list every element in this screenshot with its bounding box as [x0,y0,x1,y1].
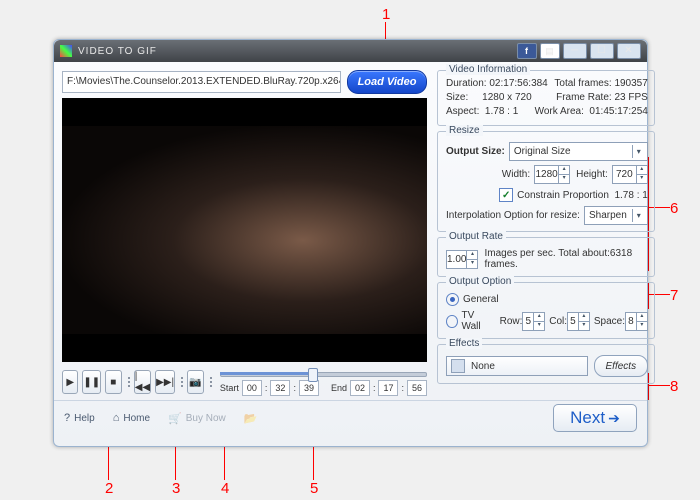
right-panel: Video Information Duration: 02:17:56:384… [437,70,655,396]
left-panel: F:\Movies\The.Counselor.2013.EXTENDED.Bl… [62,70,427,396]
callout-3: 3 [172,480,180,497]
chevron-down-icon: ▾ [632,145,645,158]
effects-display: None [446,356,588,376]
output-option-title: Output Option [446,276,514,287]
home-icon: ⌂ [113,412,120,424]
width-stepper[interactable]: 1280▴▾ [534,165,570,184]
next-frame-button[interactable]: ▶▶| [155,370,175,394]
row-stepper[interactable]: 5▴▾ [522,312,545,331]
callout-2: 2 [105,480,113,497]
bottom-bar: ?Help ⌂Home 🛒Buy Now 📂 Next➔ [54,400,647,435]
pause-button[interactable]: ❚❚ [82,370,101,394]
end-label: End [331,383,347,393]
minimize-button[interactable]: ─ [563,43,587,59]
general-radio[interactable] [446,293,459,306]
help-icon: ? [64,412,70,424]
load-video-button[interactable]: Load Video [347,70,427,94]
next-button[interactable]: Next➔ [553,404,637,432]
resize-title: Resize [446,125,483,136]
output-option-group: Output Option General TV Wall Row: 5▴▾ C… [437,282,655,339]
close-button[interactable]: ✕ [617,43,641,59]
space-label: Space: [594,316,625,327]
video-info-title: Video Information [446,64,530,75]
rate-stepper[interactable]: 1.00▴▾ [446,250,478,269]
maximize-button[interactable]: ☐ [590,43,614,59]
constrain-label: Constrain Proportion [517,190,609,201]
resize-group: Resize Output Size: Original Size▾ Width… [437,131,655,232]
arrow-right-icon: ➔ [608,410,620,427]
callout-5: 5 [310,480,318,497]
interp-label: Interpolation Option for resize: [446,210,580,221]
app-logo-icon [60,45,72,57]
output-rate-title: Output Rate [446,231,506,242]
titlebar: VIDEO TO GIF f ▤ ─ ☐ ✕ [54,40,647,62]
snapshot-button[interactable]: 📷 [187,370,203,394]
end-mm[interactable]: 17 [378,380,398,396]
output-rate-group: Output Rate 1.00▴▾ Images per sec. Total… [437,237,655,277]
effects-button[interactable]: Effects [594,355,648,377]
play-button[interactable]: ▶ [62,370,78,394]
callout-1: 1 [382,6,390,23]
prev-frame-button[interactable]: |◀◀ [134,370,151,394]
home-link[interactable]: ⌂Home [113,412,150,424]
open-link[interactable]: 📂 [244,412,262,425]
video-frame [62,126,427,334]
general-label: General [463,294,499,305]
col-label: Col: [549,316,567,327]
constrain-checkbox[interactable]: ✓ [499,188,513,202]
rate-text: Images per sec. Total about:6318 frames. [484,248,647,270]
folder-icon: 📂 [244,412,258,425]
video-info-group: Video Information Duration: 02:17:56:384… [437,70,655,126]
timeline-slider-row: Start 00: 32: 39 End 02: 17: 56 [220,368,427,396]
end-hh[interactable]: 02 [350,380,370,396]
help-link[interactable]: ?Help [64,412,95,424]
callout-6: 6 [670,200,678,217]
tvwall-radio[interactable] [446,315,458,328]
video-preview [62,98,427,362]
effects-group: Effects None Effects [437,344,655,384]
callout-7: 7 [670,287,678,304]
transport-bar: ▶ ❚❚ ■ |◀◀ ▶▶| 📷 Start 00: 32: 39 End 02… [62,368,427,396]
callout-4: 4 [221,480,229,497]
timeline-slider[interactable] [220,368,427,378]
interp-select[interactable]: Sharpen▾ [584,206,648,225]
chevron-down-icon: ▾ [632,209,645,222]
height-stepper[interactable]: 720▴▾ [612,165,648,184]
start-ss[interactable]: 39 [299,380,319,396]
start-label: Start [220,383,239,393]
end-ss[interactable]: 56 [407,380,427,396]
app-window: VIDEO TO GIF f ▤ ─ ☐ ✕ F:\Movies\The.Cou… [53,39,648,447]
space-stepper[interactable]: 8▴▾ [625,312,648,331]
app-title: VIDEO TO GIF [78,46,157,57]
cart-icon: 🛒 [168,412,182,425]
content-area: F:\Movies\The.Counselor.2013.EXTENDED.Bl… [54,62,647,400]
constrain-value: 1.78 : 1 [614,190,647,201]
tvwall-label: TV Wall [462,310,492,332]
start-mm[interactable]: 32 [270,380,290,396]
row-label: Row: [500,316,523,327]
width-label: Width: [502,169,530,180]
callout-8: 8 [670,378,678,395]
col-stepper[interactable]: 5▴▾ [567,312,590,331]
stop-button[interactable]: ■ [105,370,121,394]
output-size-select[interactable]: Original Size▾ [509,142,648,161]
doc-icon[interactable]: ▤ [540,43,560,59]
filepath-input[interactable]: F:\Movies\The.Counselor.2013.EXTENDED.Bl… [62,71,341,93]
output-size-label: Output Size: [446,146,505,157]
height-label: Height: [576,169,608,180]
start-hh[interactable]: 00 [242,380,262,396]
effects-title: Effects [446,338,482,349]
buy-link[interactable]: 🛒Buy Now [168,412,226,425]
facebook-icon[interactable]: f [517,43,537,59]
